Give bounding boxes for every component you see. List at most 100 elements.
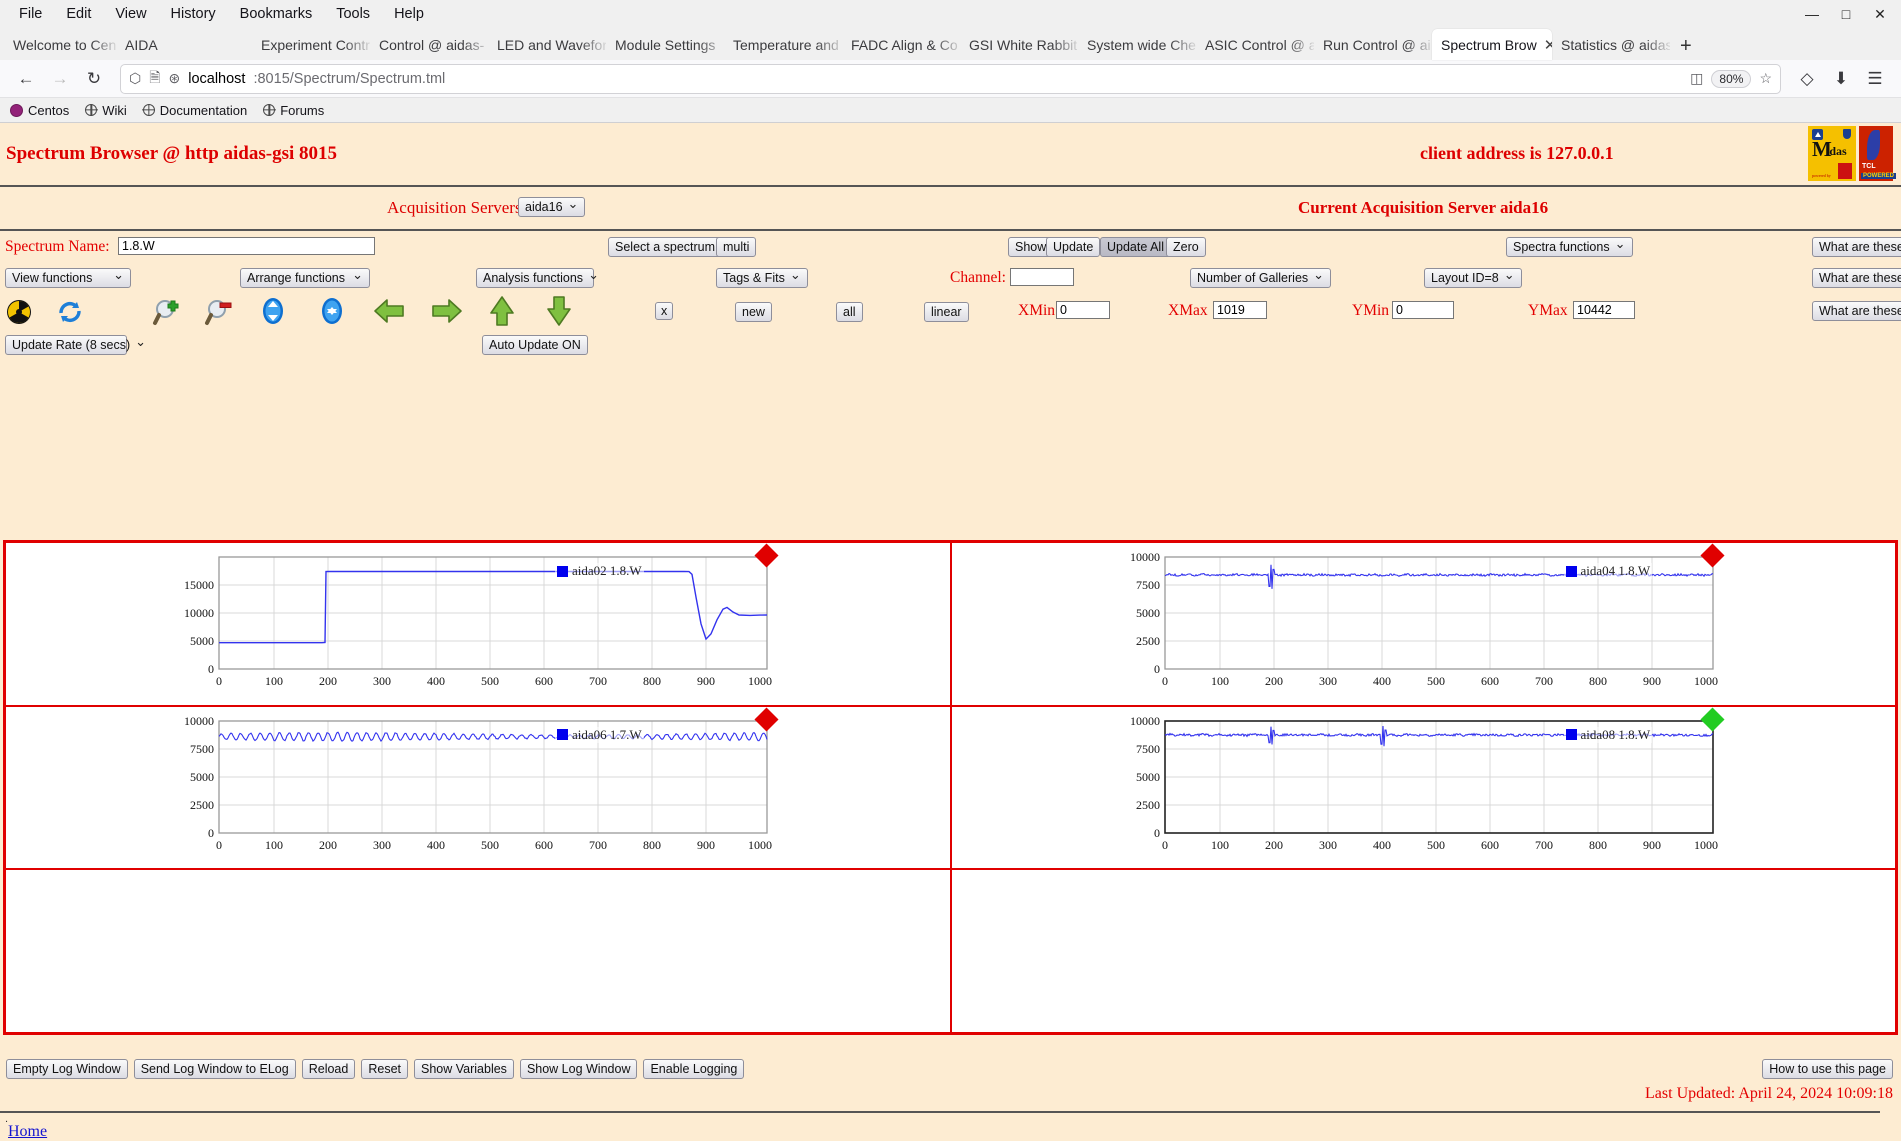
view-functions-select[interactable]: View functions	[5, 268, 131, 289]
arrow-right-icon[interactable]	[431, 298, 462, 328]
tab-led-and-waveform[interactable]: LED and Wavefor	[488, 29, 606, 60]
tags-and-fits-select[interactable]: Tags & Fits	[716, 268, 808, 289]
tab-asic-control[interactable]: ASIC Control @ a	[1196, 29, 1314, 60]
menu-bookmarks[interactable]: Bookmarks	[229, 3, 324, 25]
channel-input[interactable]	[1010, 268, 1074, 286]
reader-mode-icon[interactable]: ◫	[1690, 70, 1703, 87]
back-icon[interactable]: ←	[10, 64, 42, 94]
arrange-functions-select[interactable]: Arrange functions	[240, 268, 370, 289]
menu-file[interactable]: File	[8, 3, 53, 25]
new-button[interactable]: new	[735, 302, 772, 323]
svg-text:10000: 10000	[184, 714, 214, 728]
contract-vertical-icon[interactable]	[317, 296, 347, 326]
zoom-level-badge[interactable]: 80%	[1711, 69, 1752, 88]
all-button[interactable]: all	[836, 302, 863, 323]
bookmark-centos[interactable]: Centos	[10, 103, 69, 118]
auto-update-button[interactable]: Auto Update ON	[482, 335, 588, 356]
address-bar[interactable]: ⬡ 🗎 ⊛ localhost :8015/Spectrum/Spectrum.…	[120, 63, 1781, 94]
gallery-cell-4[interactable]: 10000 7500 5000 2500 0 0 100 200 300 400 500 60…	[950, 705, 1896, 870]
how-to-use-this-page-button[interactable]: How to use this page	[1762, 1059, 1893, 1080]
bookmark-forums[interactable]: Forums	[263, 103, 324, 118]
arrow-left-icon[interactable]	[373, 298, 404, 328]
tab-control-aidas[interactable]: Control @ aidas-	[370, 29, 488, 60]
gallery-cell-3[interactable]: 10000 7500 5000 2500 0 0 100 200 300 400 500 60…	[5, 705, 951, 870]
gallery-cell-6[interactable]	[950, 869, 1896, 1033]
svg-text:0: 0	[1154, 826, 1160, 840]
enable-logging-button[interactable]: Enable Logging	[643, 1059, 745, 1080]
show-log-window-button[interactable]: Show Log Window	[519, 1059, 638, 1080]
app-menu-icon[interactable]: ☰	[1859, 64, 1891, 94]
gallery-cell-1[interactable]: 15000 10000 5000 0 0 100 200 300 400 500 600 70…	[5, 542, 951, 706]
home-link[interactable]: Home	[8, 1123, 47, 1141]
reload-button[interactable]: Reload	[301, 1059, 356, 1080]
tab-spectrum-browser[interactable]: Spectrum Brow ✕	[1432, 29, 1552, 60]
tab-fadc-align[interactable]: FADC Align & Co	[842, 29, 960, 60]
arrow-down-icon[interactable]	[546, 295, 576, 326]
reload-icon[interactable]: ↻	[78, 64, 110, 94]
acquisition-server-select[interactable]: aida16	[518, 197, 586, 218]
update-all-button[interactable]: Update All	[1100, 237, 1171, 258]
ymin-input[interactable]	[1392, 301, 1454, 319]
layout-id-select[interactable]: Layout ID=8	[1424, 268, 1522, 289]
gallery-chart-2: 10000 7500 5000 2500 0 0 100 200 300 400 500 60…	[1130, 550, 1718, 688]
expand-vertical-icon[interactable]	[258, 296, 288, 326]
xmax-input[interactable]	[1213, 301, 1267, 319]
empty-log-window-button[interactable]: Empty Log Window	[6, 1059, 128, 1080]
tab-statistics-aidas[interactable]: Statistics @ aidas	[1552, 29, 1670, 60]
zoom-out-icon[interactable]	[204, 297, 234, 327]
tab-aida[interactable]: AIDA	[116, 29, 194, 60]
gallery-cell-5[interactable]	[5, 869, 951, 1033]
update-rate-select[interactable]: Update Rate (8 secs)	[5, 335, 130, 356]
x-button[interactable]: x	[655, 302, 674, 321]
tab-run-control[interactable]: Run Control @ ai	[1314, 29, 1432, 60]
tab-temperature-and[interactable]: Temperature and	[724, 29, 842, 60]
menu-edit[interactable]: Edit	[55, 3, 102, 25]
tab-system-wide-check[interactable]: System wide Che	[1078, 29, 1196, 60]
radioactive-icon[interactable]	[5, 298, 35, 328]
ymax-input[interactable]	[1573, 301, 1635, 319]
tab-gsi-white-rabbit[interactable]: GSI White Rabbit	[960, 29, 1078, 60]
tab-module-settings[interactable]: Module Settings	[606, 29, 724, 60]
spectra-functions-select[interactable]: Spectra functions	[1506, 237, 1633, 258]
reset-button[interactable]: Reset	[361, 1059, 408, 1080]
downloads-icon[interactable]: ⬇	[1825, 64, 1857, 94]
forward-icon[interactable]: →	[44, 64, 76, 94]
new-tab-button[interactable]: +	[1670, 36, 1702, 60]
refresh-icon[interactable]	[55, 297, 85, 327]
svg-text:700: 700	[1535, 674, 1553, 688]
gallery-cell-2[interactable]: 10000 7500 5000 2500 0 0 100 200 300 400 500 60…	[950, 542, 1896, 706]
menu-view[interactable]: View	[104, 3, 157, 25]
arrow-up-icon[interactable]	[489, 295, 519, 326]
permissions-icon[interactable]: ⊛	[169, 70, 181, 87]
show-variables-button[interactable]: Show Variables	[414, 1059, 514, 1080]
bookmark-wiki[interactable]: Wiki	[85, 103, 127, 118]
zero-button[interactable]: Zero	[1166, 237, 1206, 258]
number-of-galleries-select[interactable]: Number of Galleries	[1190, 268, 1332, 289]
shield-icon[interactable]: ⬡	[129, 70, 141, 87]
bookmark-star-icon[interactable]: ☆	[1759, 70, 1772, 87]
menu-help[interactable]: Help	[383, 3, 435, 25]
menu-tools[interactable]: Tools	[325, 3, 381, 25]
pocket-icon[interactable]: ◇	[1791, 64, 1823, 94]
tab-experiment-control[interactable]: Experiment Contr	[252, 29, 370, 60]
what-are-these-button-2[interactable]: What are these?	[1812, 268, 1901, 289]
minimize-button[interactable]: —	[1805, 7, 1819, 21]
maximize-button[interactable]: □	[1839, 7, 1853, 21]
xmin-input[interactable]	[1056, 301, 1110, 319]
bookmark-documentation[interactable]: Documentation	[142, 103, 247, 118]
multi-button[interactable]: multi	[716, 237, 757, 258]
linear-button[interactable]: linear	[924, 302, 969, 323]
tab-welcome-to-centos[interactable]: Welcome to Cent	[4, 29, 116, 60]
tags-fits-label: Tags & Fits	[723, 271, 785, 285]
spectrum-name-input[interactable]	[118, 237, 375, 255]
send-log-window-to-elog-button[interactable]: Send Log Window to ELog	[133, 1059, 296, 1080]
what-are-these-button-3[interactable]: What are these?	[1812, 301, 1901, 322]
menu-history[interactable]: History	[160, 3, 227, 25]
analysis-functions-select[interactable]: Analysis functions	[476, 268, 594, 289]
update-button[interactable]: Update	[1046, 237, 1101, 258]
logo-group: M idas powered by TCL POWERED	[1808, 126, 1897, 181]
close-window-button[interactable]: ✕	[1873, 7, 1887, 21]
close-icon[interactable]: ✕	[1544, 36, 1552, 54]
zoom-in-icon[interactable]	[152, 297, 182, 327]
what-are-these-button-1[interactable]: What are these?	[1812, 237, 1901, 258]
